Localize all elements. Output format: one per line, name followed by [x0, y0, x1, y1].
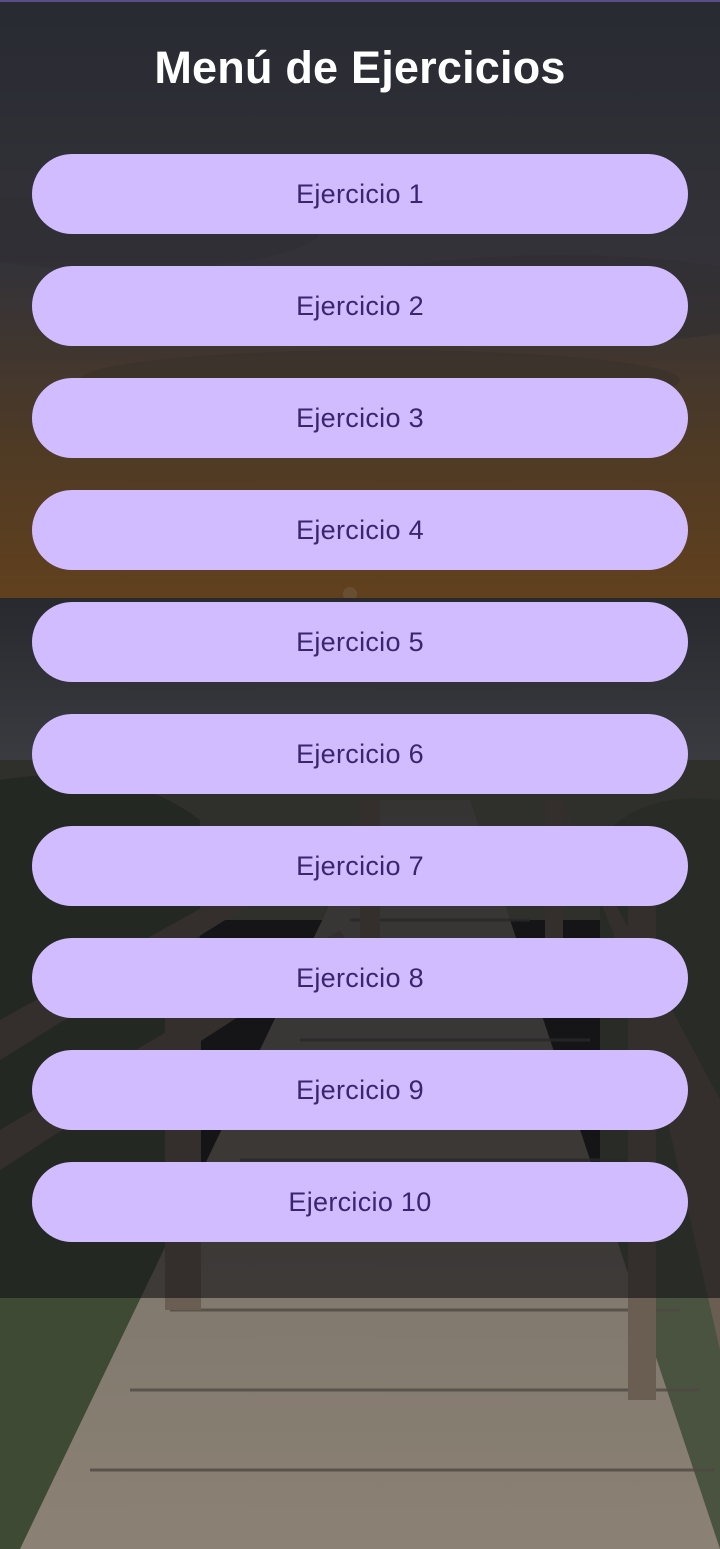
exercise-9-button[interactable]: Ejercicio 9: [32, 1050, 688, 1130]
status-accent-line: [0, 0, 720, 2]
exercise-menu-list: Ejercicio 1 Ejercicio 2 Ejercicio 3 Ejer…: [32, 154, 688, 1274]
exercise-2-button[interactable]: Ejercicio 2: [32, 266, 688, 346]
exercise-10-button[interactable]: Ejercicio 10: [32, 1162, 688, 1242]
exercise-8-button[interactable]: Ejercicio 8: [32, 938, 688, 1018]
exercise-1-button[interactable]: Ejercicio 1: [32, 154, 688, 234]
exercise-4-button[interactable]: Ejercicio 4: [32, 490, 688, 570]
exercise-6-button[interactable]: Ejercicio 6: [32, 714, 688, 794]
exercise-3-button[interactable]: Ejercicio 3: [32, 378, 688, 458]
page-title: Menú de Ejercicios: [154, 42, 566, 93]
exercise-7-button[interactable]: Ejercicio 7: [32, 826, 688, 906]
exercise-5-button[interactable]: Ejercicio 5: [32, 602, 688, 682]
